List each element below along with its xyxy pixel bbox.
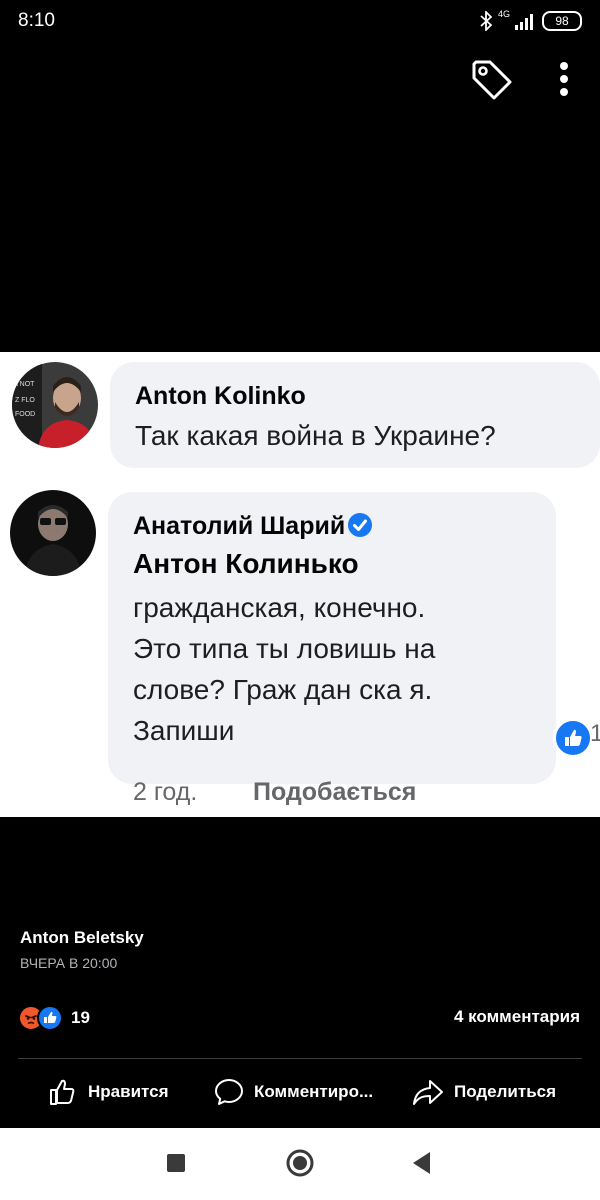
status-time: 8:10 <box>18 10 55 31</box>
like-button[interactable]: Нравится <box>48 1077 169 1107</box>
bluetooth-icon <box>480 11 492 31</box>
comment-like-link[interactable]: Подобається <box>253 778 416 807</box>
comment-mention[interactable]: Антон Колинько <box>133 548 359 580</box>
share-button[interactable]: Поделиться <box>412 1077 556 1107</box>
post-author[interactable]: Anton Beletsky <box>20 928 144 948</box>
avatar-kolinko: YNOT Z FLO FOOD <box>12 362 98 448</box>
like-icon <box>50 1079 75 1105</box>
divider <box>18 1058 582 1059</box>
post-timestamp: ВЧЕРА В 20:00 <box>20 955 118 971</box>
comment-text-line: Это типа ты ловишь на <box>133 633 436 664</box>
battery-icon: 98 <box>542 11 582 31</box>
svg-text:YNOT: YNOT <box>15 381 35 388</box>
comment-screenshot[interactable]: YNOT Z FLO FOOD Anton Kolinko Так какая … <box>0 352 600 817</box>
comment-time: 2 год. <box>133 778 198 806</box>
like-icon <box>37 1005 63 1031</box>
svg-text:FOOD: FOOD <box>15 411 35 418</box>
verified-icon <box>348 513 373 537</box>
comment-label: Комментиро... <box>254 1082 374 1101</box>
svg-text:Z FLO: Z FLO <box>15 397 35 404</box>
comment-author[interactable]: Anton Kolinko <box>135 382 306 411</box>
reaction-count: 19 <box>71 1008 90 1027</box>
share-icon <box>413 1080 443 1105</box>
home-icon[interactable] <box>285 1148 315 1178</box>
comment-author-name[interactable]: Анатолий Шарий <box>133 512 345 540</box>
like-label: Нравится <box>88 1082 169 1101</box>
post-reactions[interactable]: 19 <box>18 1005 90 1031</box>
avatar-shariy <box>10 490 96 576</box>
comment-text: Так какая война в Украине? <box>135 420 496 451</box>
comment-icon <box>215 1079 243 1105</box>
comment-author[interactable]: Анатолий Шарий <box>133 512 373 541</box>
back-icon[interactable] <box>410 1150 434 1176</box>
comments-count[interactable]: 4 комментария <box>454 1007 580 1027</box>
signal-icon <box>515 14 533 30</box>
comment-text-line: слове? Граж дан ска я. <box>133 674 433 705</box>
comment-button[interactable]: Комментиро... <box>214 1077 373 1107</box>
comment-text-line: гражданская, конечно. <box>133 592 426 623</box>
comment-reaction-count: 1 <box>590 720 600 747</box>
comment-bubble-2[interactable]: Анатолий Шарий Антон Колинько гражданска… <box>108 492 556 784</box>
more-icon[interactable] <box>546 58 582 102</box>
network-type: 4G <box>497 9 510 19</box>
like-reaction-icon <box>553 718 593 758</box>
status-indicators: 4G 98 <box>480 10 582 32</box>
share-label: Поделиться <box>454 1082 557 1101</box>
comment-bubble-1[interactable]: Anton Kolinko Так какая война в Украине? <box>110 362 600 468</box>
tag-icon[interactable] <box>468 56 514 102</box>
comment-text-line: Запиши <box>133 715 235 746</box>
square-icon[interactable] <box>167 1154 185 1172</box>
